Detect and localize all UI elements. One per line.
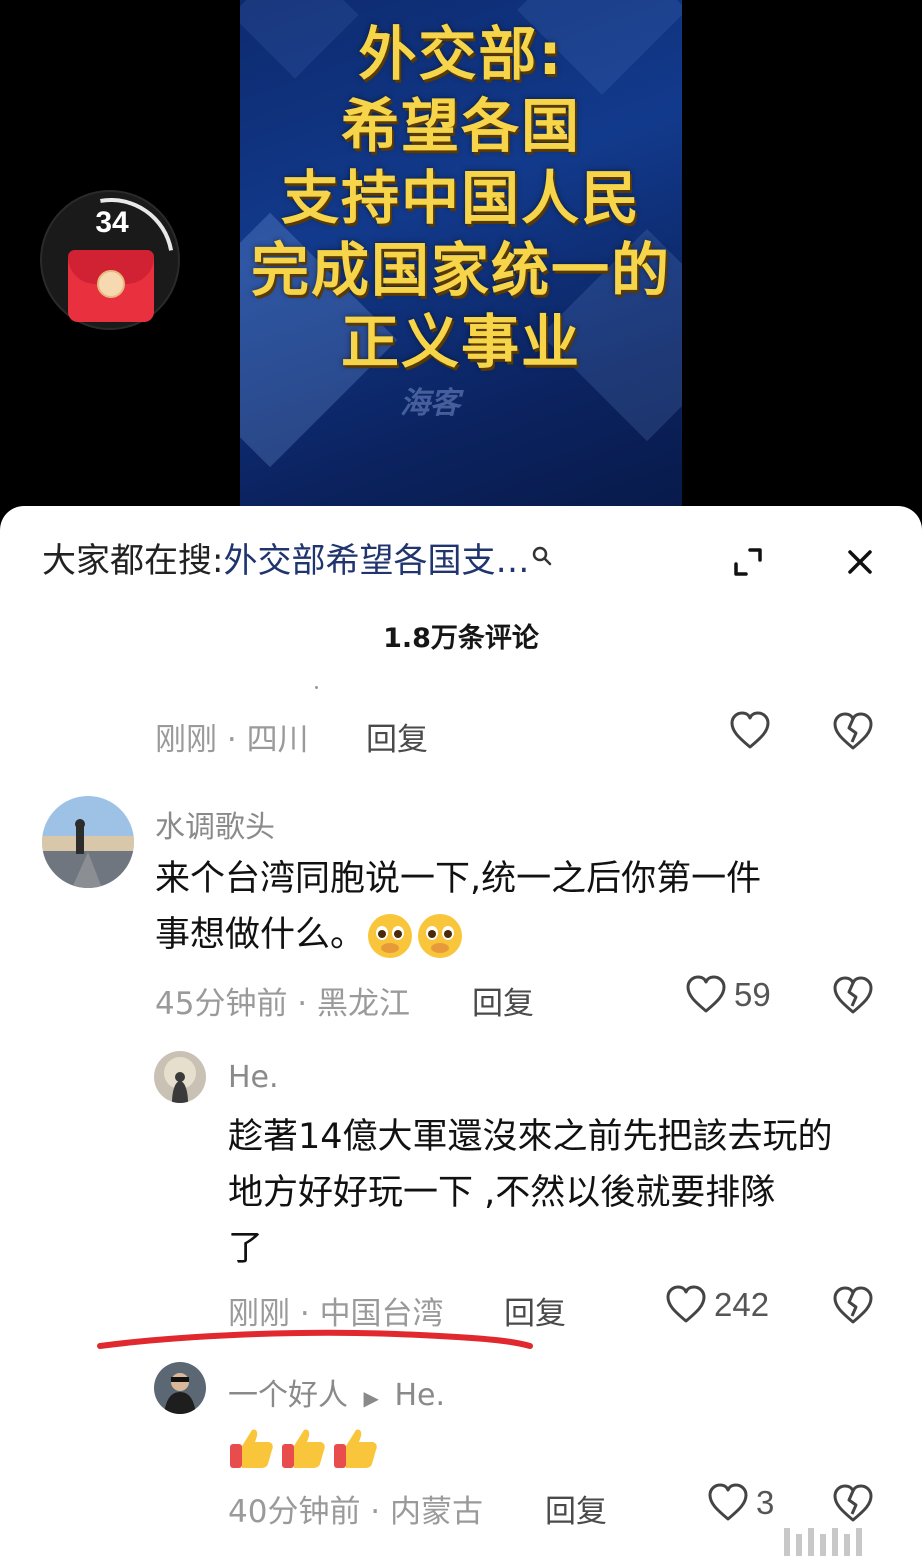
comment-text-line: 地方好好玩一下 ,不然以後就要排隊: [228, 1173, 776, 1213]
comment-location: 四川: [246, 722, 309, 758]
headline-line: 希望各国: [340, 92, 581, 160]
headline-line: 完成国家统一的: [250, 236, 671, 304]
headline-line: 支持中国人民: [280, 164, 641, 232]
dislike-button[interactable]: [831, 1284, 875, 1328]
pleading-face-emoji: [415, 911, 465, 961]
comment-meta: 刚刚 · 四川: [155, 722, 309, 758]
dislike-button[interactable]: [831, 974, 875, 1018]
broken-heart-icon: [833, 1484, 873, 1522]
comment-text-line: 来个台湾同胞说一下,统一之后你第一件: [155, 859, 762, 899]
dislike-button[interactable]: [831, 1482, 875, 1526]
divider-dot: [315, 686, 318, 689]
red-envelope-icon: [68, 250, 154, 322]
search-icon: [531, 546, 553, 573]
red-packet-count: 34: [95, 206, 129, 239]
broken-heart-icon: [833, 712, 873, 750]
trending-search-query[interactable]: 外交部希望各国支…: [223, 541, 529, 581]
comment-text: [228, 1424, 380, 1472]
comment-location: 黑龙江: [317, 986, 411, 1022]
like-button[interactable]: 3: [706, 1480, 774, 1526]
reply-target[interactable]: He.: [394, 1378, 445, 1413]
avatar[interactable]: [42, 796, 134, 888]
heart-icon: [708, 1483, 748, 1521]
trending-search-link[interactable]: 大家都在搜:外交部希望各国支…: [42, 536, 682, 586]
comment-username[interactable]: 一个好人 ▶ He.: [228, 1370, 445, 1414]
app-watermark-icon: [784, 1528, 862, 1556]
reply-button[interactable]: 回复: [545, 1486, 607, 1531]
like-count: 3: [756, 1484, 775, 1521]
comment-meta: 45分钟前 · 黑龙江: [155, 986, 411, 1022]
dislike-button[interactable]: [831, 710, 875, 754]
reply-arrow-icon: ▶: [363, 1386, 379, 1410]
comment-text-line: 事想做什么。: [155, 907, 875, 963]
broken-heart-icon: [833, 1286, 873, 1324]
comment-count: 1.8万条评论: [383, 623, 539, 654]
video-watermark: 海客: [400, 386, 460, 421]
close-button[interactable]: [834, 536, 886, 588]
comment-location: 内蒙古: [390, 1494, 484, 1530]
like-button[interactable]: 59: [684, 972, 771, 1018]
like-button[interactable]: [728, 708, 772, 754]
broken-heart-icon: [833, 976, 873, 1014]
comment-sheet: 大家都在搜:外交部希望各国支… 1.8万条评论 刚刚 · 四川 回复 水调歌头 …: [0, 506, 922, 1566]
comment-text: 来个台湾同胞说一下,统一之后你第一件 事想做什么。: [155, 851, 875, 963]
like-button[interactable]: 242: [664, 1282, 769, 1328]
pleading-face-emoji: [365, 911, 415, 961]
heart-icon: [666, 1285, 706, 1323]
like-count: 242: [714, 1286, 770, 1323]
headline-line: 正义事业: [340, 308, 581, 376]
comment-text-line: 了: [228, 1229, 264, 1269]
avatar[interactable]: [154, 1362, 206, 1414]
comment-text-line: 趁著14億大軍還沒來之前先把該去玩的: [228, 1117, 833, 1157]
reply-button[interactable]: 回复: [366, 714, 428, 759]
video-frame[interactable]: 外交部: 希望各国 支持中国人民 完成国家统一的 正义事业 海客: [240, 0, 682, 510]
close-icon: [848, 550, 872, 574]
video-player[interactable]: 外交部: 希望各国 支持中国人民 完成国家统一的 正义事业 海客 34: [0, 0, 922, 520]
trending-search-prefix: 大家都在搜:: [42, 541, 224, 581]
heart-icon: [730, 711, 770, 749]
comment-time: 45分钟前: [155, 986, 288, 1022]
expand-button[interactable]: [722, 536, 774, 588]
comment-time: 刚刚: [155, 722, 217, 758]
comment-time: 40分钟前: [228, 1494, 361, 1530]
thumbs-up-emoji: [282, 1429, 325, 1468]
reply-button[interactable]: 回复: [472, 978, 534, 1023]
like-count: 59: [734, 976, 771, 1013]
comment-username[interactable]: He.: [228, 1060, 279, 1095]
expand-icon: [734, 548, 762, 576]
heart-icon: [686, 975, 726, 1013]
comment-username[interactable]: 水调歌头: [155, 802, 275, 846]
headline-line: 外交部:: [358, 20, 564, 88]
thumbs-up-emoji: [334, 1429, 377, 1468]
red-packet-widget[interactable]: 34: [23, 173, 199, 349]
comment-meta: 40分钟前 · 内蒙古: [228, 1494, 484, 1530]
video-headline: 外交部: 希望各国 支持中国人民 完成国家统一的 正义事业: [240, 18, 682, 378]
comment-text: 趁著14億大軍還沒來之前先把該去玩的 地方好好玩一下 ,不然以後就要排隊 了: [228, 1109, 898, 1277]
avatar[interactable]: [154, 1051, 206, 1103]
red-underline-annotation: [97, 1329, 533, 1349]
thumbs-up-emoji: [230, 1429, 273, 1468]
